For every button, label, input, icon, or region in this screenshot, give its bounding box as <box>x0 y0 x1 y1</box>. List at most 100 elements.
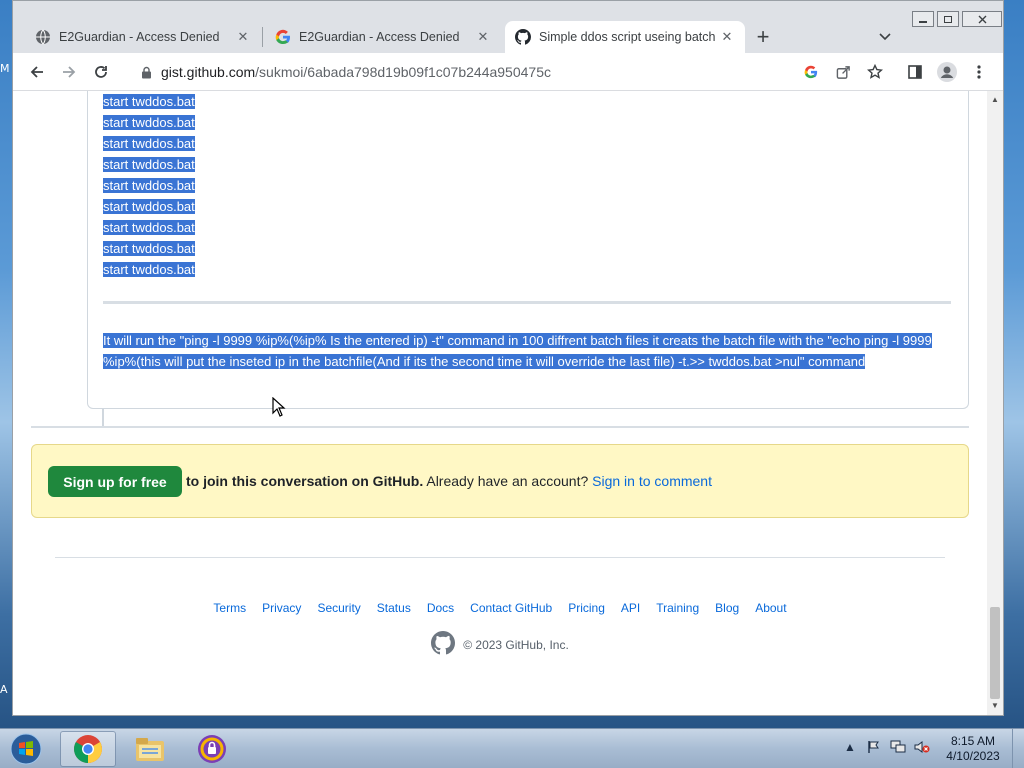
google-translate-button[interactable] <box>799 60 823 84</box>
security-app-icon <box>198 735 226 763</box>
close-tab-icon[interactable]: ✕ <box>719 29 735 45</box>
taskbar-clock[interactable]: 8:15 AM 4/10/2023 <box>938 734 1008 764</box>
code-line-text: start twddos.bat <box>103 94 195 109</box>
chrome-menu-button[interactable] <box>967 60 991 84</box>
footer-link-status[interactable]: Status <box>377 601 411 615</box>
action-center-flag-icon[interactable] <box>866 739 882 755</box>
signup-banner: Sign up for free to join this conversati… <box>31 444 969 518</box>
taskbar-security-app[interactable] <box>184 731 240 767</box>
arrow-right-icon <box>63 66 76 78</box>
code-line-text: start twddos.bat <box>103 220 195 235</box>
signup-message: to join this conversation on GitHub. Alr… <box>186 473 712 489</box>
horizontal-rule <box>103 301 951 304</box>
show-hidden-icons-icon[interactable]: ▲ <box>842 739 858 755</box>
github-icon <box>515 29 531 45</box>
reload-button[interactable] <box>89 60 113 84</box>
code-line: start twddos.bat <box>103 238 195 259</box>
footer-link-terms[interactable]: Terms <box>213 601 246 615</box>
section-divider <box>31 426 969 428</box>
code-block: start twddos.bat start twddos.bat start … <box>103 91 195 280</box>
chrome-icon <box>74 735 102 763</box>
chrome-window: E2Guardian - Access Denied ✕ E2Guardian … <box>12 0 1004 716</box>
code-line-text: start twddos.bat <box>103 199 195 214</box>
sign-in-link[interactable]: Sign in to comment <box>592 473 712 489</box>
code-line: start twddos.bat <box>103 175 195 196</box>
footer-link-contact[interactable]: Contact GitHub <box>470 601 552 615</box>
back-button[interactable] <box>25 60 49 84</box>
code-line: start twddos.bat <box>103 91 195 112</box>
tab-title: E2Guardian - Access Denied <box>59 30 220 44</box>
page-scrollbar[interactable]: ▲ ▼ <box>987 91 1003 715</box>
footer-link-privacy[interactable]: Privacy <box>262 601 301 615</box>
tab-title: E2Guardian - Access Denied <box>299 30 460 44</box>
code-line: start twddos.bat <box>103 112 195 133</box>
tab-search-button[interactable] <box>875 27 895 47</box>
profile-button[interactable] <box>935 60 959 84</box>
file-explorer-icon <box>136 738 164 761</box>
tab-separator <box>262 27 263 47</box>
code-line: start twddos.bat <box>103 217 195 238</box>
browser-toolbar: gist.github.com/sukmoi/6abada798d19b09f1… <box>13 53 1003 91</box>
sign-up-button[interactable]: Sign up for free <box>48 466 182 497</box>
restore-icon <box>944 15 952 23</box>
close-window-button[interactable] <box>962 11 1002 27</box>
volume-muted-icon[interactable] <box>914 739 930 755</box>
network-icon[interactable] <box>890 739 906 755</box>
code-line: start twddos.bat <box>103 196 195 217</box>
reload-icon <box>95 66 107 78</box>
code-line: start twddos.bat <box>103 133 195 154</box>
code-line-text: start twddos.bat <box>103 262 195 277</box>
copyright-text: © 2023 GitHub, Inc. <box>463 637 569 652</box>
system-tray: ▲ <box>842 739 930 755</box>
github-logo-icon[interactable] <box>431 631 456 658</box>
show-desktop-button[interactable] <box>1012 729 1024 768</box>
arrow-left-icon <box>30 66 43 78</box>
footer-link-docs[interactable]: Docs <box>427 601 454 615</box>
close-icon <box>978 15 986 23</box>
avatar-icon <box>937 62 957 82</box>
taskbar-chrome[interactable] <box>60 731 116 767</box>
signup-plain-text: Already have an account? <box>423 473 593 489</box>
side-panel-button[interactable] <box>903 60 927 84</box>
taskbar-file-explorer[interactable] <box>122 731 178 767</box>
footer-link-pricing[interactable]: Pricing <box>568 601 605 615</box>
restore-button[interactable] <box>937 11 959 27</box>
footer-link-blog[interactable]: Blog <box>715 601 739 615</box>
new-tab-button[interactable]: + <box>751 24 775 49</box>
code-line-text: start twddos.bat <box>103 136 195 151</box>
desktop-icon-label: M <box>0 62 10 75</box>
desktop-edge: M A <box>0 0 12 728</box>
code-line-text: start twddos.bat <box>103 157 195 172</box>
windows-taskbar: ▲ 8:15 AM 4/10/2023 <box>0 728 1024 768</box>
comment-text: It will run the "ping -l 9999 %ip%(%ip% … <box>103 333 932 369</box>
footer-link-about[interactable]: About <box>755 601 786 615</box>
url-host: gist.github.com <box>161 64 256 80</box>
start-button[interactable] <box>4 731 48 767</box>
footer-link-security[interactable]: Security <box>317 601 360 615</box>
tab-bar: E2Guardian - Access Denied ✕ E2Guardian … <box>13 1 1003 53</box>
footer-divider <box>55 557 945 558</box>
minimize-button[interactable] <box>912 11 934 27</box>
footer-link-api[interactable]: API <box>621 601 640 615</box>
tab-e2guardian-1[interactable]: E2Guardian - Access Denied ✕ <box>25 21 261 53</box>
star-icon <box>867 64 883 79</box>
scroll-down-icon[interactable]: ▼ <box>991 701 999 710</box>
close-tab-icon[interactable]: ✕ <box>235 29 251 45</box>
lock-icon[interactable] <box>139 65 153 79</box>
code-line-text: start twddos.bat <box>103 115 195 130</box>
forward-button[interactable] <box>57 60 81 84</box>
url-path: /sukmoi/6abada798d19b09f1c07b244a950475c <box>255 64 551 80</box>
share-button[interactable] <box>831 60 855 84</box>
share-icon <box>836 65 850 79</box>
tab-github-gist[interactable]: Simple ddos script useing batch ✕ <box>505 21 745 53</box>
bookmark-button[interactable] <box>863 60 887 84</box>
scroll-up-icon[interactable]: ▲ <box>991 95 999 104</box>
google-icon <box>275 29 291 45</box>
code-line: start twddos.bat <box>103 259 195 280</box>
chevron-down-icon <box>879 33 891 41</box>
scrollbar-thumb[interactable] <box>990 607 1000 699</box>
footer-link-training[interactable]: Training <box>656 601 699 615</box>
tab-e2guardian-2[interactable]: E2Guardian - Access Denied ✕ <box>265 21 501 53</box>
close-tab-icon[interactable]: ✕ <box>475 29 491 45</box>
clock-date: 4/10/2023 <box>946 749 1000 763</box>
